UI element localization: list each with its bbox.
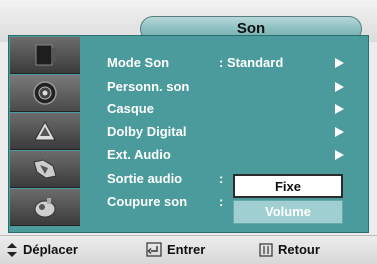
- sidebar-item-sound[interactable]: [10, 75, 80, 112]
- menu-item-value: : Standard: [219, 55, 284, 70]
- setup-icon: [33, 159, 57, 179]
- menu-item-label: Dolby Digital: [107, 124, 187, 139]
- picture-icon: [35, 44, 56, 66]
- arrow-right-icon: [335, 82, 344, 92]
- footer-move: Déplacer: [6, 242, 78, 257]
- footer-enter: Entrer: [146, 242, 205, 257]
- option-volume[interactable]: Volume: [233, 200, 343, 224]
- arrow-right-icon: [335, 150, 344, 160]
- menu-item-label: Ext. Audio: [107, 147, 171, 162]
- menu-return-icon: [259, 242, 273, 257]
- footer-move-label: Déplacer: [23, 242, 78, 257]
- arrow-right-icon: [335, 104, 344, 114]
- sidebar: [10, 37, 80, 231]
- menu-item-label: Casque: [107, 101, 154, 116]
- speaker-icon: [33, 81, 57, 105]
- arrow-right-icon: [335, 58, 344, 68]
- sidebar-item-input[interactable]: [10, 189, 80, 226]
- input-icon: [34, 198, 56, 218]
- footer-back: Retour: [259, 242, 320, 257]
- channel-icon: [34, 120, 56, 141]
- sortie-audio-dropdown[interactable]: Fixe Volume: [233, 174, 343, 224]
- menu-item-label: Sortie audio: [107, 171, 183, 186]
- sidebar-item-channel[interactable]: [10, 113, 80, 150]
- sidebar-item-setup[interactable]: [10, 151, 80, 188]
- menu-item-colon: :: [219, 194, 224, 209]
- menu-item-label: Coupure son: [107, 194, 188, 209]
- footer-back-label: Retour: [278, 242, 320, 257]
- menu-item-label: Mode Son: [107, 55, 170, 70]
- arrow-right-icon: [335, 127, 344, 137]
- sidebar-item-picture[interactable]: [10, 37, 80, 74]
- menu-item-colon: :: [219, 171, 224, 186]
- footer-bar: Déplacer Entrer Retour: [0, 235, 377, 264]
- enter-icon: [146, 242, 162, 257]
- up-down-arrow-icon: [7, 242, 17, 257]
- option-fixe[interactable]: Fixe: [233, 174, 343, 198]
- footer-enter-label: Entrer: [167, 242, 206, 257]
- menu-item-label: Personn. son: [107, 79, 190, 94]
